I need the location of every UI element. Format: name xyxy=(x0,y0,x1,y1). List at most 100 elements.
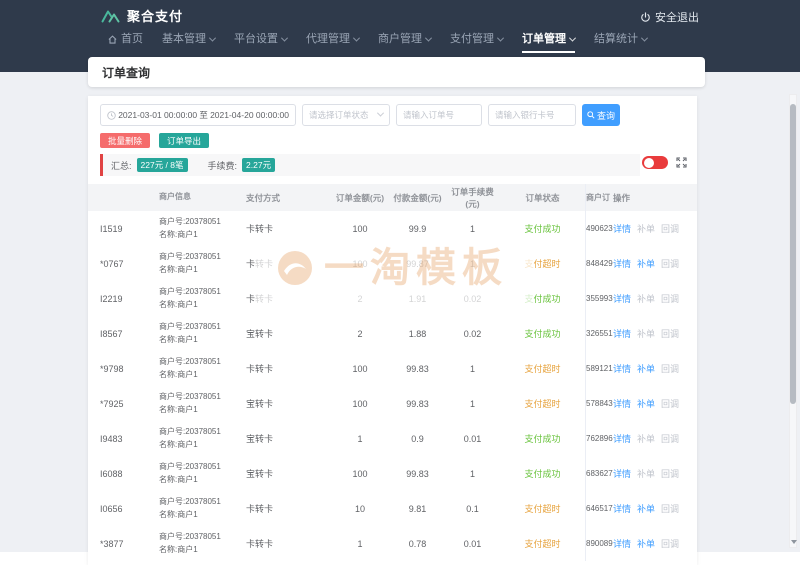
status-badge: 支付超时 xyxy=(524,504,561,514)
chevron-down-icon xyxy=(640,34,649,42)
callback-link: 回调 xyxy=(661,259,680,269)
date-range-input[interactable]: 2021-03-01 00:00:00 至 2021-04-20 00:00:0… xyxy=(100,104,296,126)
nav-item-5[interactable]: 商户管理 xyxy=(378,33,433,53)
pay-method-cell: 卡转卡 xyxy=(246,294,274,304)
table-row: *9798 商户号:20378051 名称:商户1 卡转卡 100 99.83 1 支付超时 5… xyxy=(88,351,697,386)
operations-cell: 详情 补单 回调 xyxy=(613,397,697,410)
merchant-info-cell: 商户号:20378051 名称:商户1 xyxy=(138,286,246,312)
merchant-no: 商户号:20378051 xyxy=(159,531,221,541)
fee-cell: 0.01 xyxy=(463,538,482,549)
order-status-cell: 支付成功 xyxy=(500,467,585,480)
page-title: 订单查询 xyxy=(102,65,151,80)
nav-item-label: 结算统计 xyxy=(594,33,638,45)
callback-link: 回调 xyxy=(661,504,680,514)
nav-item-7[interactable]: 订单管理 xyxy=(522,33,577,53)
merchant-no: 商户号:20378051 xyxy=(159,321,221,331)
reissue-link[interactable]: 补单 xyxy=(637,537,655,550)
detail-link[interactable]: 详情 xyxy=(613,432,631,445)
detail-link[interactable]: 详情 xyxy=(613,292,631,305)
chevron-down-icon xyxy=(568,34,577,42)
callback-link: 回调 xyxy=(661,294,680,304)
order-amount-cell: 100 xyxy=(352,223,368,234)
pay-method-cell: 宝转卡 xyxy=(246,399,274,409)
merchant-name: 名称:商户1 xyxy=(159,404,198,414)
table-body: I1519 商户号:20378051 名称:商户1 卡转卡 100 99.9 1 支付成功 49… xyxy=(88,211,697,561)
callback-link: 回调 xyxy=(661,469,680,479)
pay-method-cell: 卡转卡 xyxy=(246,504,274,514)
scrollbar-thumb[interactable] xyxy=(790,104,796,404)
merchant-no: 商户号:20378051 xyxy=(159,426,221,436)
merchant-name: 名称:商户1 xyxy=(159,474,198,484)
merchant-name: 名称:商户1 xyxy=(159,509,198,519)
detail-link[interactable]: 详情 xyxy=(613,467,631,480)
summary-fee-badge: 2.27元 xyxy=(242,158,276,172)
summary-fee-label: 手续费: xyxy=(207,160,238,171)
pay-method-cell: 宝转卡 xyxy=(246,469,274,479)
order-number-cell: I2219 xyxy=(100,293,123,304)
detail-link[interactable]: 详情 xyxy=(613,327,631,340)
date-start-value: 2021-03-01 00:00:00 xyxy=(118,110,198,120)
order-number-cell: *9798 xyxy=(100,363,124,374)
batch-delete-button[interactable]: 批量删除 xyxy=(100,133,151,148)
nav-item-8[interactable]: 结算统计 xyxy=(594,33,649,53)
fullscreen-icon[interactable] xyxy=(676,157,687,168)
logout-button[interactable]: 安全退出 xyxy=(640,9,699,25)
order-no-input[interactable] xyxy=(396,104,482,126)
order-status-cell: 支付成功 xyxy=(500,292,585,305)
reissue-link[interactable]: 补单 xyxy=(637,502,655,515)
toggle-switch[interactable] xyxy=(642,156,668,169)
detail-link[interactable]: 详情 xyxy=(613,397,631,410)
order-amount-cell: 10 xyxy=(354,503,365,514)
merchant-name: 名称:商户1 xyxy=(159,299,198,309)
merchant-info-cell: 商户号:20378051 名称:商户1 xyxy=(138,321,246,347)
reissue-link[interactable]: 补单 xyxy=(637,362,655,375)
table-row: I9483 商户号:20378051 名称:商户1 宝转卡 1 0.9 0.01 支付成功 76… xyxy=(88,421,697,456)
nav-item-3[interactable]: 平台设置 xyxy=(234,33,289,53)
chevron-down-icon xyxy=(496,34,505,42)
order-number-cell: *0767 xyxy=(100,258,124,269)
merchant-name: 名称:商户1 xyxy=(159,334,198,344)
reissue-link[interactable]: 补单 xyxy=(637,257,655,270)
order-status-select[interactable]: 请选择订单状态 xyxy=(302,104,390,126)
order-status-cell: 支付成功 xyxy=(500,222,585,235)
bank-card-input[interactable] xyxy=(488,104,576,126)
order-status-cell: 支付超时 xyxy=(500,397,585,410)
export-orders-button[interactable]: 订单导出 xyxy=(159,133,210,148)
nav-item-label: 商户管理 xyxy=(378,33,422,45)
search-button[interactable]: 查询 xyxy=(582,104,620,126)
nav-menu: 首页 基本管理 平台设置 代理管理 商户管理 支付管理 订单管理 结算统计 xyxy=(108,33,649,53)
operations-cell: 详情 补单 回调 xyxy=(613,537,697,550)
status-badge: 支付超时 xyxy=(524,539,561,549)
order-number-cell: *3877 xyxy=(100,538,124,549)
nav-item-label: 代理管理 xyxy=(306,33,350,45)
chevron-down-icon xyxy=(424,34,433,42)
home-icon xyxy=(108,35,117,44)
merchant-order-cell: 589121 xyxy=(585,351,613,386)
pay-amount-cell: 99.83 xyxy=(406,363,429,374)
nav-item-6[interactable]: 支付管理 xyxy=(450,33,505,53)
nav-item-2[interactable]: 基本管理 xyxy=(162,33,217,53)
merchant-name: 名称:商户1 xyxy=(159,439,198,449)
merchant-info-cell: 商户号:20378051 名称:商户1 xyxy=(138,496,246,522)
order-number-cell: I6088 xyxy=(100,468,123,479)
summary-bar: 汇总: 227元 / 8笔 手续费: 2.27元 xyxy=(100,154,640,176)
table-row: *7925 商户号:20378051 名称:商户1 宝转卡 100 99.83 1 支付超时 5… xyxy=(88,386,697,421)
nav-item-4[interactable]: 代理管理 xyxy=(306,33,361,53)
order-number-cell: I0656 xyxy=(100,503,123,514)
detail-link[interactable]: 详情 xyxy=(613,222,631,235)
table-row: I0656 商户号:20378051 名称:商户1 卡转卡 10 9.81 0.1 支付超时 6… xyxy=(88,491,697,526)
callback-link: 回调 xyxy=(661,539,680,549)
detail-link[interactable]: 详情 xyxy=(613,362,631,375)
detail-link[interactable]: 详情 xyxy=(613,537,631,550)
nav-item-1[interactable]: 首页 xyxy=(108,33,143,53)
operations-cell: 详情 补单 回调 xyxy=(613,362,697,375)
detail-link[interactable]: 详情 xyxy=(613,257,631,270)
reissue-link[interactable]: 补单 xyxy=(637,397,655,410)
detail-link[interactable]: 详情 xyxy=(613,502,631,515)
table-row: I2219 商户号:20378051 名称:商户1 卡转卡 2 1.91 0.02 支付成功 3… xyxy=(88,281,697,316)
column-header: 订单金额(元) xyxy=(335,192,385,203)
merchant-info-cell: 商户号:20378051 名称:商户1 xyxy=(138,391,246,417)
merchant-order-cell: 326551 xyxy=(585,316,613,351)
scrollbar-down-arrow[interactable] xyxy=(791,540,797,544)
order-status-cell: 支付成功 xyxy=(500,432,585,445)
